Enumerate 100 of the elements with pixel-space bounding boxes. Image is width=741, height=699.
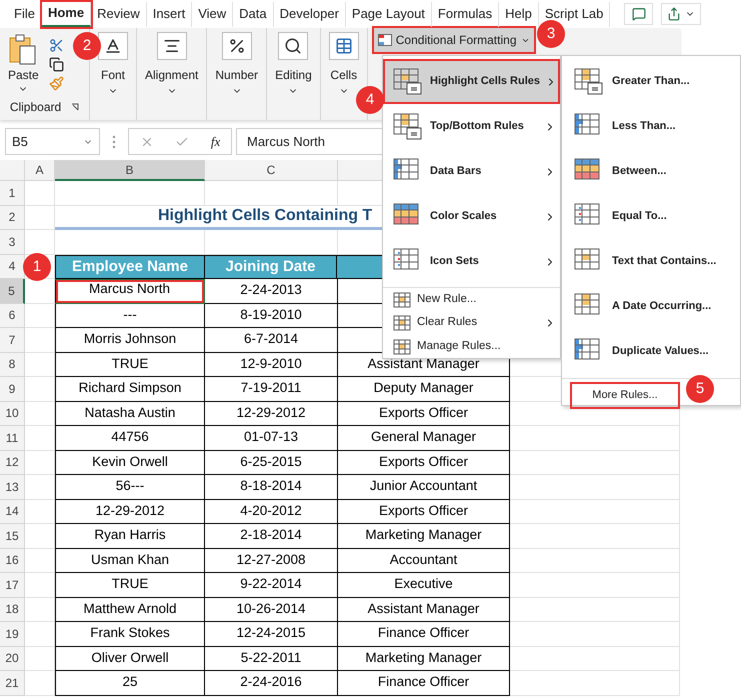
ribbon-tab[interactable]: View [192,2,234,26]
ribbon-tab[interactable]: Home [42,2,92,26]
row-header: 14 [0,500,25,524]
ribbon-tab[interactable]: Review [91,2,147,26]
table-cell: Marketing Manager [338,524,510,548]
paste-button[interactable]: Paste [8,34,39,98]
table-cell: 56--- [55,475,205,500]
menu-item[interactable]: Data Bars [383,149,560,194]
table-cell: Oliver Orwell [55,646,205,671]
row-header: 15 [0,524,25,548]
table-cell: 6-7-2014 [205,328,338,352]
menu-item[interactable]: A Date Occurring... [562,284,740,329]
ribbon-group-button[interactable]: Editing [275,32,312,96]
row-header: 6 [0,304,25,328]
table-cell: --- [55,304,205,328]
table-cell: Matthew Arnold [55,598,205,622]
row-header: 4 [0,254,25,279]
table-cell: Accountant [338,548,510,573]
table-cell: Finance Officer [338,622,510,646]
row-header: 5 [0,279,25,304]
table-cell: 12-24-2015 [205,622,338,646]
conditional-formatting-button[interactable]: Conditional Formatting [374,28,534,52]
table-cell: 01-07-13 [205,426,338,450]
row-header: 2 [0,206,25,230]
menu-item[interactable]: More Rules... [570,382,680,409]
table-cell: Morris Johnson [55,328,205,352]
table-cell: Executive [338,573,510,598]
table-cell: Exports Officer [338,450,510,475]
row-header: 13 [0,475,25,500]
table-cell: Ryan Harris [55,524,205,548]
table-cell: Marketing Manager [338,646,510,671]
ribbon-tab[interactable]: Developer [274,2,346,26]
table-cell: Finance Officer [338,671,510,696]
table-cell: Exports Officer [338,402,510,426]
menu-item[interactable]: Color Scales [383,194,560,239]
row-header: 17 [0,573,25,598]
group-label: Clipboard [10,99,62,116]
table-cell: Exports Officer [338,500,510,524]
menu-item[interactable]: Between... [562,149,740,194]
table-cell: 4-20-2012 [205,500,338,524]
column-heading: Joining Date [204,254,337,279]
menu-item[interactable]: Greater Than... [562,59,740,104]
row-header: 18 [0,598,25,622]
table-cell: TRUE [55,573,205,598]
row-header: 20 [0,646,25,671]
table-cell: 6-25-2015 [205,450,338,475]
table-cell: 12-9-2010 [205,352,338,377]
menu-item[interactable]: New Rule... [383,287,560,311]
table-cell: 9-22-2014 [205,573,338,598]
table-cell: Marcus North [55,279,205,304]
ribbon-tab[interactable]: File [8,2,42,26]
table-cell: 12-29-2012 [55,500,205,524]
column-heading: Employee Name [55,254,205,279]
table-cell: 7-19-2011 [205,377,338,402]
table-cell: 12-29-2012 [205,402,338,426]
table-cell: Frank Stokes [55,622,205,646]
menu-item[interactable]: Highlight Cells Rules [383,59,560,104]
row-header: 9 [0,377,25,402]
row-header: 10 [0,402,25,426]
menu-item[interactable]: Clear Rules [383,311,560,335]
row-header: 16 [0,548,25,573]
ribbon-tab[interactable]: Data [233,2,274,26]
table-cell: General Manager [338,426,510,450]
row-header: 8 [0,352,25,377]
table-cell: Junior Accountant [338,475,510,500]
row-header: 3 [0,230,25,254]
menu-item[interactable]: Duplicate Values... [562,329,740,374]
row-header: 11 [0,426,25,450]
menu-item[interactable]: Equal To... [562,194,740,239]
table-cell: 8-18-2014 [205,475,338,500]
table-cell: 2-18-2014 [205,524,338,548]
step-badge: 3 [537,20,565,48]
table-cell: 25 [55,671,205,696]
table-cell: 10-26-2014 [205,598,338,622]
table-cell: 2-24-2016 [205,671,338,696]
ribbon-tab[interactable]: Insert [146,2,192,26]
row-header: 12 [0,450,25,475]
table-cell: 12-27-2008 [205,548,338,573]
menu-item[interactable]: Less Than... [562,104,740,149]
column-header: C [205,160,338,181]
table-cell: Richard Simpson [55,377,205,402]
menu-item[interactable]: Top/Bottom Rules [383,104,560,149]
table-cell: 5-22-2011 [205,646,338,671]
menu-item[interactable]: Icon Sets [383,239,560,284]
row-header: 1 [0,181,25,206]
name-box[interactable]: B5 [5,128,100,155]
table-cell: Kevin Orwell [55,450,205,475]
row-header: 7 [0,328,25,352]
row-header: 21 [0,671,25,696]
ribbon-group-button[interactable]: Alignment [145,32,198,96]
table-cell: 8-19-2010 [205,304,338,328]
insert-function-button[interactable]: fx [210,132,220,152]
menu-item[interactable]: Text that Contains... [562,239,740,284]
ribbon-group-button[interactable]: Number [215,32,258,96]
table-cell: TRUE [55,352,205,377]
ribbon-group-button[interactable]: Font [98,32,128,96]
ribbon-group-button[interactable]: Cells [328,32,359,96]
column-header: B [55,160,205,181]
step-badge: 1 [23,253,51,281]
table-cell: Assistant Manager [338,598,510,622]
